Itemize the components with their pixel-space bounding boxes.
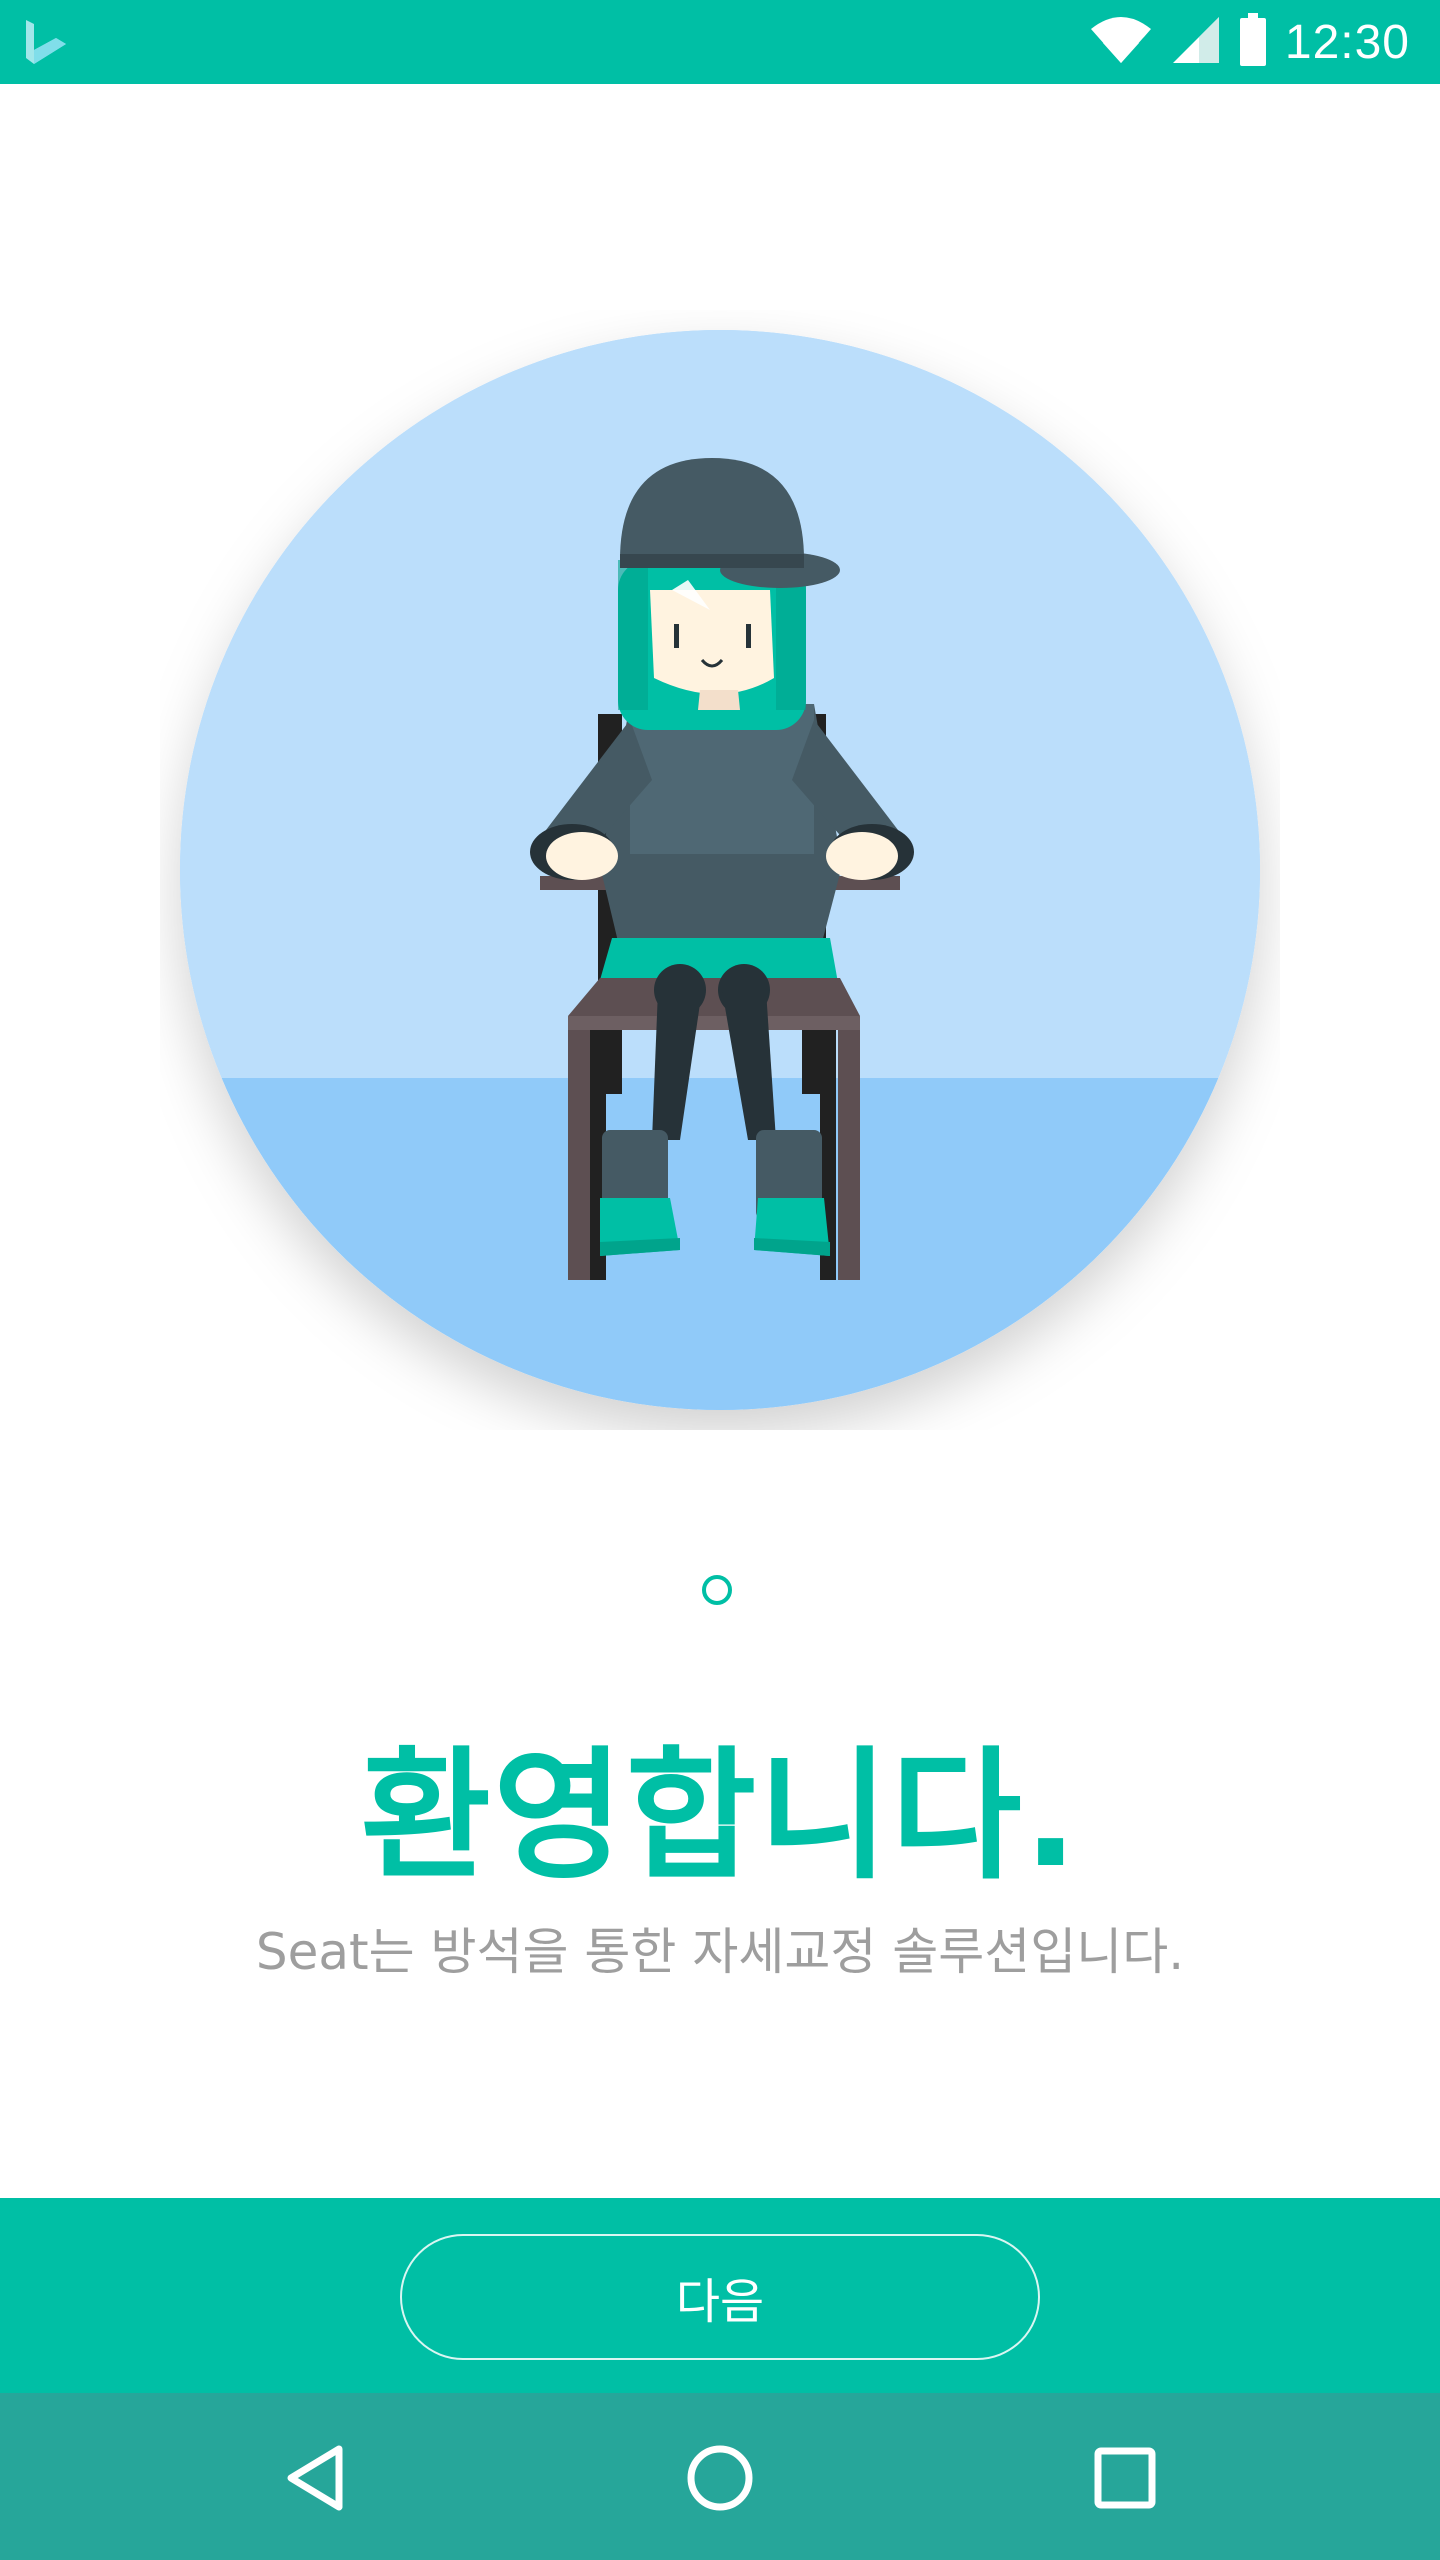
wifi-icon bbox=[1089, 15, 1153, 69]
welcome-illustration bbox=[160, 310, 1280, 1430]
battery-icon bbox=[1239, 13, 1267, 71]
home-icon[interactable] bbox=[675, 2433, 765, 2523]
welcome-title: 환영합니다. bbox=[360, 1734, 1080, 1899]
status-time: 12:30 bbox=[1284, 15, 1410, 69]
system-nav-bar bbox=[0, 2393, 1440, 2560]
status-indicators: 12:30 bbox=[1089, 0, 1410, 84]
next-button[interactable]: 다음 bbox=[400, 2234, 1040, 2360]
page-indicator-dot bbox=[702, 1575, 732, 1605]
bottom-action-panel: 다음 bbox=[0, 2198, 1440, 2393]
recents-icon[interactable] bbox=[1080, 2433, 1170, 2523]
back-icon[interactable] bbox=[270, 2433, 360, 2523]
status-bar: 12:30 bbox=[0, 0, 1440, 84]
app-logo-icon bbox=[20, 16, 72, 72]
welcome-subtitle: Seat는 방석을 통한 자세교정 솔루션입니다. bbox=[255, 1923, 1185, 1981]
signal-icon bbox=[1171, 15, 1221, 69]
